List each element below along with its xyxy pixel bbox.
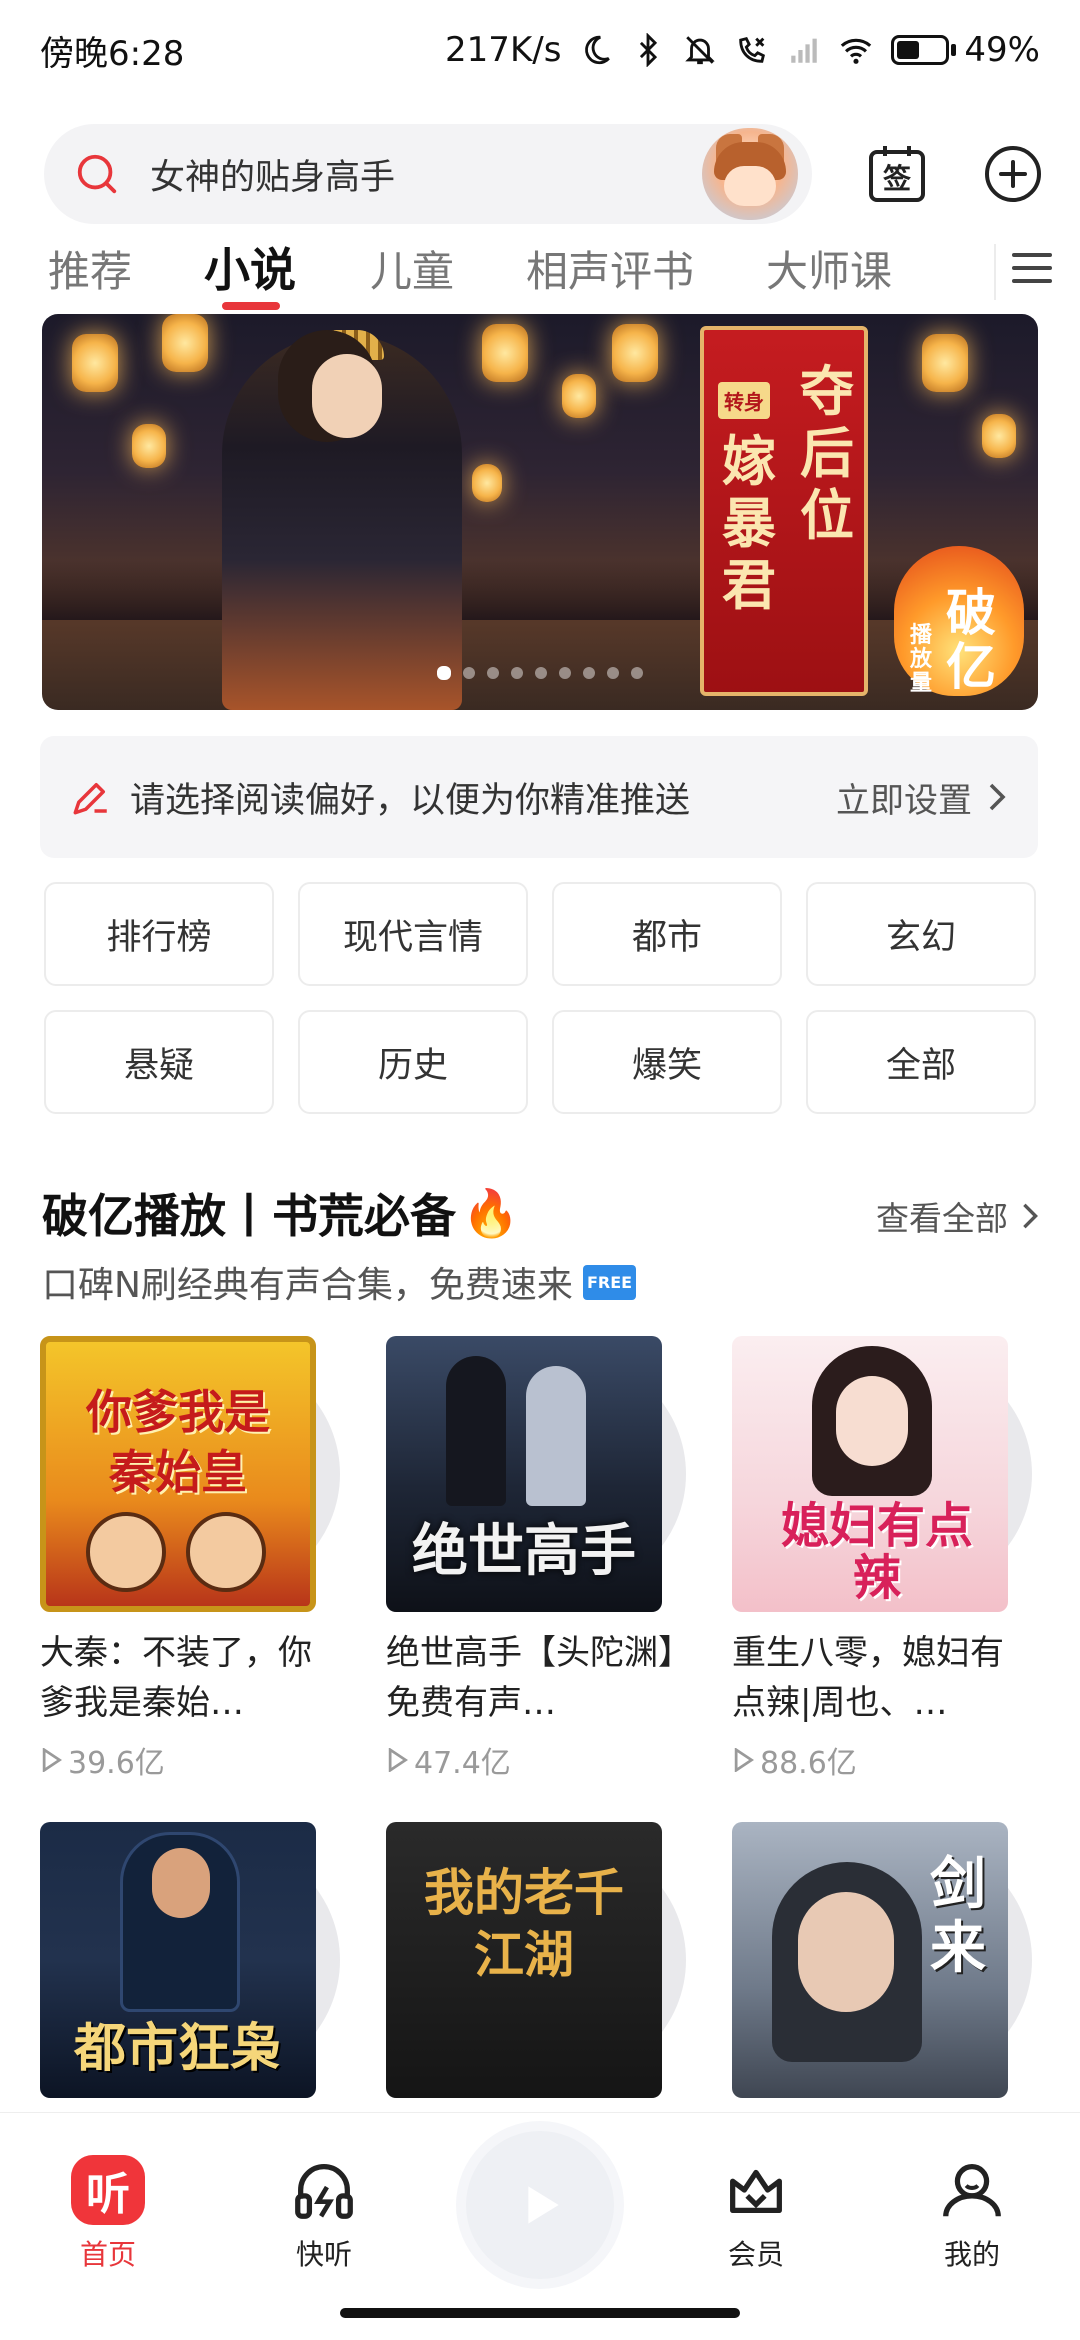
category-tabs: 推荐 小说 儿童 相声评书 大师课: [0, 232, 1080, 312]
book-title: 绝世高手【头陀渊】免费有声…: [386, 1633, 675, 1723]
active-tab-indicator: [222, 302, 280, 310]
player-button[interactable]: [466, 2131, 614, 2279]
avatar[interactable]: [702, 128, 799, 220]
free-badge: FREE: [582, 1264, 637, 1300]
book-cover: 你爹我是秦始皇: [40, 1336, 316, 1612]
nav-profile[interactable]: 我的: [912, 2155, 1032, 2273]
tab-crosstalk[interactable]: 相声评书: [526, 238, 694, 299]
nav-home-label: 首页: [79, 2238, 136, 2271]
vip-crown-icon: [730, 2169, 782, 2214]
call-forward-icon: [739, 37, 766, 63]
preference-action-label: 立即设置: [836, 780, 972, 821]
profile-icon: [943, 2164, 1001, 2217]
battery-percent: 49%: [964, 30, 1040, 70]
banner-title-col1: 夺后位: [800, 359, 854, 547]
tab-children[interactable]: 儿童: [370, 238, 454, 299]
tab-novel[interactable]: 小说: [204, 234, 296, 300]
nav-quick-listen-label: 快听: [295, 2238, 352, 2271]
sign-in-icon: 签: [869, 146, 926, 202]
section-subtitle-text: 口碑N刷经典有声合集，免费速来: [42, 1265, 573, 1306]
view-all-button[interactable]: 查看全部: [876, 1192, 1040, 1240]
signal-icon: [791, 38, 818, 63]
book-card[interactable]: 剑来: [732, 1822, 1032, 2098]
search-row: 女神的贴身高手 签: [44, 124, 1044, 224]
section-title-text: 破亿播放丨书荒必备: [42, 1189, 456, 1243]
moon-icon: [585, 35, 611, 65]
play-icon: [528, 2186, 559, 2224]
tab-menu-icon[interactable]: [994, 244, 1054, 300]
network-speed: 217K/s: [445, 30, 562, 70]
section-title: 破亿播放丨书荒必备 🔥: [42, 1180, 519, 1246]
nav-quick-listen[interactable]: 快听: [264, 2155, 384, 2273]
nav-home[interactable]: 听 首页: [48, 2155, 168, 2273]
book-plays: 88.6亿: [732, 1738, 1032, 1782]
nav-vip[interactable]: 会员: [696, 2155, 816, 2273]
battery-icon: 49%: [891, 30, 1040, 70]
search-input[interactable]: 女神的贴身高手: [44, 124, 813, 224]
preference-set-button[interactable]: 立即设置: [836, 773, 1008, 822]
headphones-icon: [295, 2164, 353, 2219]
book-card[interactable]: 你爹我是秦始皇 大秦：不装了，你爹我是秦始… 39.6亿: [40, 1336, 340, 1782]
mute-icon: [685, 36, 716, 65]
category-history[interactable]: 历史: [298, 1010, 528, 1114]
bluetooth-icon: [640, 33, 658, 67]
chevron-right-icon: [1023, 1203, 1038, 1229]
pen-icon: [73, 783, 107, 815]
category-ranking[interactable]: 排行榜: [44, 882, 274, 986]
nav-vip-label: 会员: [727, 2238, 784, 2271]
book-cover: 媳妇有点辣: [732, 1336, 1008, 1612]
bottom-nav: 听 首页 快听 会员 我的: [0, 2112, 1080, 2340]
tab-recommend[interactable]: 推荐: [48, 238, 132, 299]
wifi-icon: [841, 38, 872, 64]
status-time: 傍晚6:28: [40, 33, 185, 74]
home-indicator[interactable]: [340, 2308, 740, 2318]
category-fantasy[interactable]: 玄幻: [806, 882, 1036, 986]
banner-carousel[interactable]: 转身 夺后位 嫁暴君 播放量 破亿: [42, 314, 1038, 710]
badge-small-text: 播放量: [910, 623, 933, 696]
preference-text: 请选择阅读偏好，以便为你精准推送: [130, 780, 691, 821]
book-title: 大秦：不装了，你爹我是秦始…: [40, 1633, 312, 1723]
category-comedy[interactable]: 爆笑: [552, 1010, 782, 1114]
book-card[interactable]: 媳妇有点辣 重生八零，媳妇有点辣|周也、… 88.6亿: [732, 1336, 1032, 1782]
category-grid: 排行榜 现代言情 都市 玄幻 悬疑 历史 爆笑 全部: [44, 882, 1038, 1114]
banner-title-col2: 嫁暴君: [722, 429, 776, 617]
status-bar: 傍晚6:28 217K/s 49%: [0, 0, 1080, 100]
carousel-dots: [42, 666, 1038, 680]
search-placeholder: 女神的贴身高手: [150, 157, 396, 198]
banner-title-card: 转身 夺后位 嫁暴君: [700, 326, 868, 696]
book-plays: 47.4亿: [386, 1738, 686, 1782]
play-count-icon: [388, 1748, 408, 1772]
book-title: 重生八零，媳妇有点辣|周也、…: [732, 1633, 1004, 1723]
status-icons: 217K/s 49%: [445, 30, 1040, 70]
book-card[interactable]: 我的老千江湖: [386, 1822, 686, 2098]
category-all[interactable]: 全部: [806, 1010, 1036, 1114]
home-icon: 听: [71, 2155, 145, 2225]
banner-tag: 转身: [718, 382, 770, 419]
category-urban[interactable]: 都市: [552, 882, 782, 986]
add-icon: [985, 146, 1042, 202]
add-button[interactable]: [982, 143, 1044, 205]
book-card[interactable]: 都市狂枭: [40, 1822, 340, 2098]
svg-text:签: 签: [883, 162, 911, 195]
play-count-icon: [42, 1748, 62, 1772]
fire-icon: 🔥: [462, 1185, 520, 1240]
category-mystery[interactable]: 悬疑: [44, 1010, 274, 1114]
chevron-right-icon: [989, 783, 1006, 811]
book-cover: 都市狂枭: [40, 1822, 316, 2098]
book-cover: 剑来: [732, 1822, 1008, 2098]
category-modern-romance[interactable]: 现代言情: [298, 882, 528, 986]
search-icon: [77, 154, 117, 194]
reading-preference-bar[interactable]: 请选择阅读偏好，以便为你精准推送 立即设置: [40, 736, 1038, 858]
book-card[interactable]: 绝世高手 绝世高手【头陀渊】免费有声… 47.4亿: [386, 1336, 686, 1782]
nav-profile-label: 我的: [943, 2238, 1000, 2271]
book-plays: 39.6亿: [40, 1738, 340, 1782]
sign-in-button[interactable]: 签: [866, 143, 928, 205]
section-subtitle: 口碑N刷经典有声合集，免费速来 FREE: [42, 1256, 637, 1308]
play-count-icon: [734, 1748, 754, 1772]
tab-master-class[interactable]: 大师课: [766, 238, 892, 299]
book-cover: 我的老千江湖: [386, 1822, 662, 2098]
book-cover: 绝世高手: [386, 1336, 662, 1612]
view-all-label: 查看全部: [876, 1199, 1008, 1238]
